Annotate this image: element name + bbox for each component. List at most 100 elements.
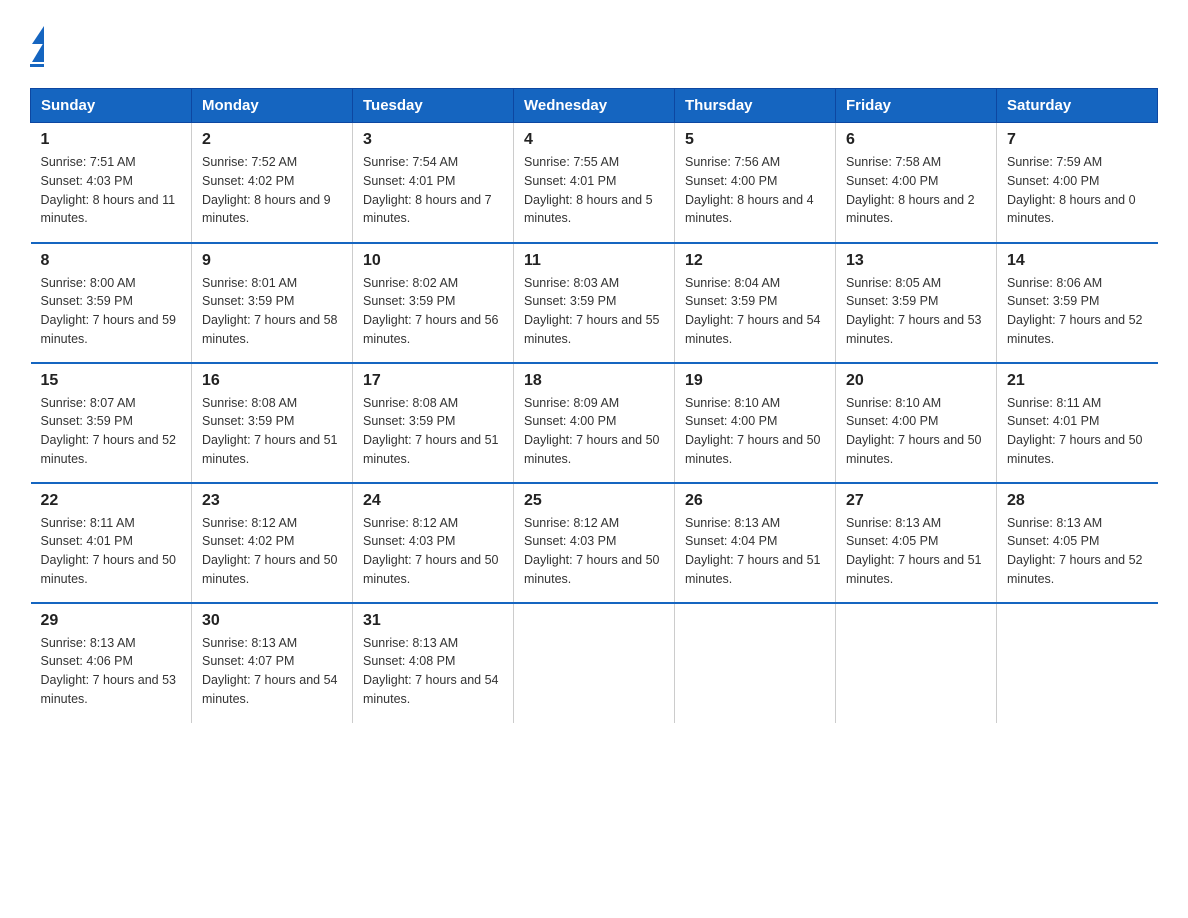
- weekday-header-friday: Friday: [836, 89, 997, 123]
- day-info: Sunrise: 8:11 AMSunset: 4:01 PMDaylight:…: [41, 514, 182, 589]
- day-number: 17: [363, 372, 503, 390]
- day-info: Sunrise: 7:59 AMSunset: 4:00 PMDaylight:…: [1007, 153, 1148, 228]
- calendar-cell: 25Sunrise: 8:12 AMSunset: 4:03 PMDayligh…: [514, 483, 675, 603]
- day-info: Sunrise: 7:52 AMSunset: 4:02 PMDaylight:…: [202, 153, 342, 228]
- calendar-cell: 31 Sunrise: 8:13 AMSunset: 4:08 PMDayligh…: [353, 603, 514, 723]
- calendar-cell: 30 Sunrise: 8:13 AMSunset: 4:07 PMDayligh…: [192, 603, 353, 723]
- calendar-cell: 19Sunrise: 8:10 AMSunset: 4:00 PMDayligh…: [675, 363, 836, 483]
- calendar-cell: 3 Sunrise: 7:54 AMSunset: 4:01 PMDaylight…: [353, 123, 514, 243]
- calendar-cell: 6 Sunrise: 7:58 AMSunset: 4:00 PMDaylight…: [836, 123, 997, 243]
- day-info: Sunrise: 8:04 AMSunset: 3:59 PMDaylight:…: [685, 274, 825, 349]
- day-info: Sunrise: 8:13 AMSunset: 4:07 PMDaylight:…: [202, 634, 342, 709]
- day-info: Sunrise: 7:56 AMSunset: 4:00 PMDaylight:…: [685, 153, 825, 228]
- day-number: 1: [41, 131, 182, 149]
- weekday-header-thursday: Thursday: [675, 89, 836, 123]
- calendar-cell: 26 Sunrise: 8:13 AMSunset: 4:04 PMDayligh…: [675, 483, 836, 603]
- calendar-week-row: 29 Sunrise: 8:13 AMSunset: 4:06 PMDayligh…: [31, 603, 1158, 723]
- day-number: 5: [685, 131, 825, 149]
- day-info: Sunrise: 8:03 AMSunset: 3:59 PMDaylight:…: [524, 274, 664, 349]
- day-info: Sunrise: 7:58 AMSunset: 4:00 PMDaylight:…: [846, 153, 986, 228]
- calendar-cell: 10 Sunrise: 8:02 AMSunset: 3:59 PMDayligh…: [353, 243, 514, 363]
- weekday-header-sunday: Sunday: [31, 89, 192, 123]
- day-info: Sunrise: 8:13 AMSunset: 4:04 PMDaylight:…: [685, 514, 825, 589]
- calendar-cell: 29 Sunrise: 8:13 AMSunset: 4:06 PMDayligh…: [31, 603, 192, 723]
- calendar-cell: 20 Sunrise: 8:10 AMSunset: 4:00 PMDayligh…: [836, 363, 997, 483]
- calendar-cell: 14Sunrise: 8:06 AMSunset: 3:59 PMDayligh…: [997, 243, 1158, 363]
- day-number: 21: [1007, 372, 1148, 390]
- calendar-cell: 22 Sunrise: 8:11 AMSunset: 4:01 PMDayligh…: [31, 483, 192, 603]
- calendar-cell: 4 Sunrise: 7:55 AMSunset: 4:01 PMDaylight…: [514, 123, 675, 243]
- day-number: 25: [524, 492, 664, 510]
- calendar-cell: 11Sunrise: 8:03 AMSunset: 3:59 PMDayligh…: [514, 243, 675, 363]
- day-number: 19: [685, 372, 825, 390]
- day-number: 28: [1007, 492, 1148, 510]
- day-info: Sunrise: 8:13 AMSunset: 4:05 PMDaylight:…: [1007, 514, 1148, 589]
- weekday-header-tuesday: Tuesday: [353, 89, 514, 123]
- day-info: Sunrise: 8:11 AMSunset: 4:01 PMDaylight:…: [1007, 394, 1148, 469]
- day-number: 27: [846, 492, 986, 510]
- calendar-cell: 9 Sunrise: 8:01 AMSunset: 3:59 PMDaylight…: [192, 243, 353, 363]
- day-number: 4: [524, 131, 664, 149]
- day-number: 22: [41, 492, 182, 510]
- day-info: Sunrise: 8:00 AMSunset: 3:59 PMDaylight:…: [41, 274, 182, 349]
- day-number: 3: [363, 131, 503, 149]
- weekday-header-monday: Monday: [192, 89, 353, 123]
- day-info: Sunrise: 7:54 AMSunset: 4:01 PMDaylight:…: [363, 153, 503, 228]
- page-header: [30, 20, 1158, 68]
- calendar-week-row: 8 Sunrise: 8:00 AMSunset: 3:59 PMDaylight…: [31, 243, 1158, 363]
- day-info: Sunrise: 8:13 AMSunset: 4:08 PMDaylight:…: [363, 634, 503, 709]
- calendar-cell: 13Sunrise: 8:05 AMSunset: 3:59 PMDayligh…: [836, 243, 997, 363]
- calendar-cell: [997, 603, 1158, 723]
- calendar-cell: 28 Sunrise: 8:13 AMSunset: 4:05 PMDayligh…: [997, 483, 1158, 603]
- calendar-cell: 15 Sunrise: 8:07 AMSunset: 3:59 PMDayligh…: [31, 363, 192, 483]
- day-number: 8: [41, 252, 182, 270]
- logo: [30, 20, 44, 68]
- day-info: Sunrise: 8:10 AMSunset: 4:00 PMDaylight:…: [846, 394, 986, 469]
- day-number: 15: [41, 372, 182, 390]
- day-number: 2: [202, 131, 342, 149]
- day-info: Sunrise: 8:02 AMSunset: 3:59 PMDaylight:…: [363, 274, 503, 349]
- day-info: Sunrise: 7:51 AMSunset: 4:03 PMDaylight:…: [41, 153, 182, 228]
- calendar-cell: 18 Sunrise: 8:09 AMSunset: 4:00 PMDayligh…: [514, 363, 675, 483]
- calendar-week-row: 15 Sunrise: 8:07 AMSunset: 3:59 PMDayligh…: [31, 363, 1158, 483]
- day-info: Sunrise: 8:09 AMSunset: 4:00 PMDaylight:…: [524, 394, 664, 469]
- logo-arrow-icon: [32, 42, 44, 62]
- day-number: 13: [846, 252, 986, 270]
- calendar-cell: 12 Sunrise: 8:04 AMSunset: 3:59 PMDayligh…: [675, 243, 836, 363]
- weekday-header-row: SundayMondayTuesdayWednesdayThursdayFrid…: [31, 89, 1158, 123]
- day-number: 30: [202, 612, 342, 630]
- day-number: 20: [846, 372, 986, 390]
- day-info: Sunrise: 7:55 AMSunset: 4:01 PMDaylight:…: [524, 153, 664, 228]
- day-info: Sunrise: 8:08 AMSunset: 3:59 PMDaylight:…: [363, 394, 503, 469]
- calendar-week-row: 22 Sunrise: 8:11 AMSunset: 4:01 PMDayligh…: [31, 483, 1158, 603]
- calendar-week-row: 1 Sunrise: 7:51 AMSunset: 4:03 PMDaylight…: [31, 123, 1158, 243]
- calendar-cell: 23 Sunrise: 8:12 AMSunset: 4:02 PMDayligh…: [192, 483, 353, 603]
- calendar-cell: 27 Sunrise: 8:13 AMSunset: 4:05 PMDayligh…: [836, 483, 997, 603]
- day-info: Sunrise: 8:12 AMSunset: 4:03 PMDaylight:…: [363, 514, 503, 589]
- day-info: Sunrise: 8:13 AMSunset: 4:06 PMDaylight:…: [41, 634, 182, 709]
- day-info: Sunrise: 8:07 AMSunset: 3:59 PMDaylight:…: [41, 394, 182, 469]
- calendar-cell: [836, 603, 997, 723]
- day-number: 10: [363, 252, 503, 270]
- calendar-cell: 8 Sunrise: 8:00 AMSunset: 3:59 PMDaylight…: [31, 243, 192, 363]
- calendar-cell: 16Sunrise: 8:08 AMSunset: 3:59 PMDayligh…: [192, 363, 353, 483]
- logo-blue-text: [30, 64, 44, 68]
- day-number: 6: [846, 131, 986, 149]
- day-info: Sunrise: 8:06 AMSunset: 3:59 PMDaylight:…: [1007, 274, 1148, 349]
- calendar-cell: 1 Sunrise: 7:51 AMSunset: 4:03 PMDaylight…: [31, 123, 192, 243]
- day-info: Sunrise: 8:13 AMSunset: 4:05 PMDaylight:…: [846, 514, 986, 589]
- day-number: 12: [685, 252, 825, 270]
- weekday-header-wednesday: Wednesday: [514, 89, 675, 123]
- day-number: 18: [524, 372, 664, 390]
- day-number: 7: [1007, 131, 1148, 149]
- day-number: 23: [202, 492, 342, 510]
- calendar-cell: [514, 603, 675, 723]
- day-info: Sunrise: 8:01 AMSunset: 3:59 PMDaylight:…: [202, 274, 342, 349]
- day-number: 26: [685, 492, 825, 510]
- day-number: 31: [363, 612, 503, 630]
- calendar-cell: 2 Sunrise: 7:52 AMSunset: 4:02 PMDaylight…: [192, 123, 353, 243]
- calendar-cell: 5 Sunrise: 7:56 AMSunset: 4:00 PMDaylight…: [675, 123, 836, 243]
- day-number: 9: [202, 252, 342, 270]
- day-number: 29: [41, 612, 182, 630]
- day-info: Sunrise: 8:12 AMSunset: 4:02 PMDaylight:…: [202, 514, 342, 589]
